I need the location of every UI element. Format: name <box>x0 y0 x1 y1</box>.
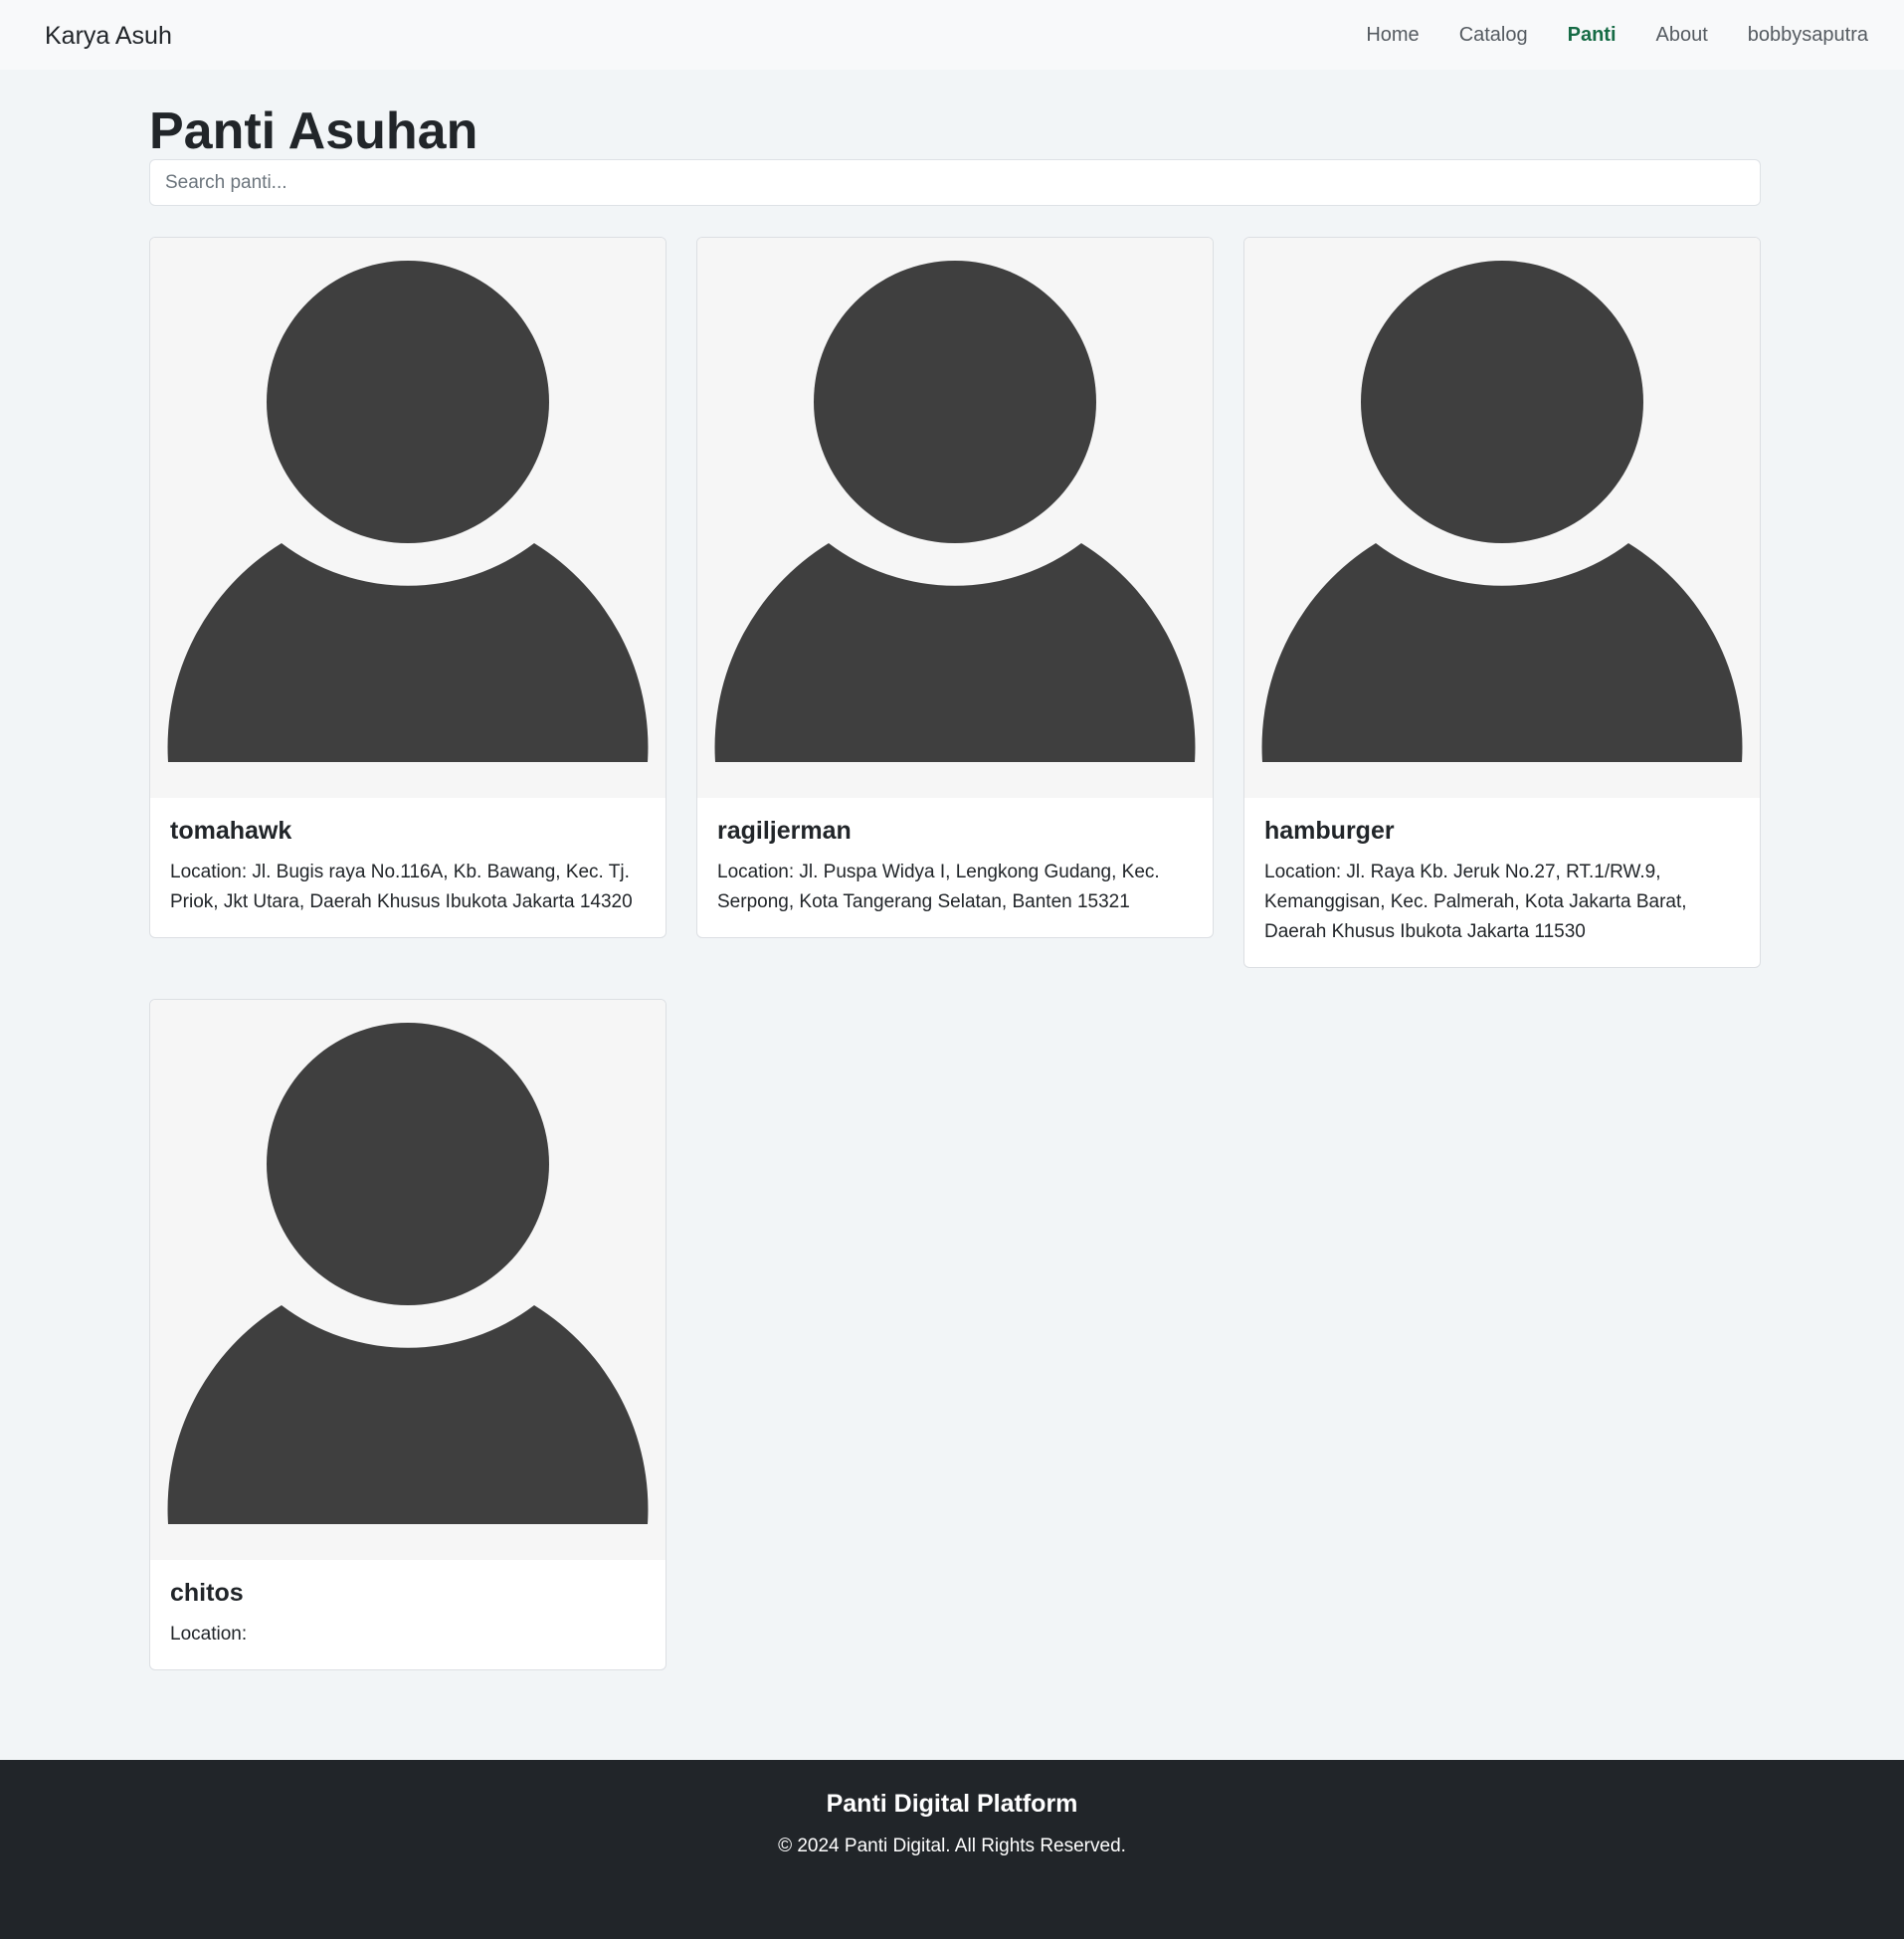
nav-link-panti[interactable]: Panti <box>1568 20 1617 50</box>
person-placeholder-icon <box>697 238 1213 798</box>
footer: Panti Digital Platform © 2024 Panti Digi… <box>0 1760 1904 1939</box>
footer-title: Panti Digital Platform <box>826 1790 1078 1818</box>
card-body: ragiljerman Location: Jl. Puspa Widya I,… <box>697 798 1213 937</box>
nav-link-user[interactable]: bobbysaputra <box>1748 20 1868 50</box>
brand-link[interactable]: Karya Asuh <box>45 20 172 52</box>
card-title: chitos <box>170 1579 244 1607</box>
page-title: Panti Asuhan <box>149 102 478 160</box>
footer-copyright: © 2024 Panti Digital. All Rights Reserve… <box>778 1836 1126 1856</box>
navbar: Karya Asuh Home Catalog Panti About bobb… <box>0 0 1904 70</box>
person-placeholder-icon <box>1244 238 1760 798</box>
person-placeholder-icon <box>150 238 666 798</box>
card-title: ragiljerman <box>717 817 852 845</box>
card-body: hamburger Location: Jl. Raya Kb. Jeruk N… <box>1244 798 1760 967</box>
nav-links: Home Catalog Panti About bobbysaputra <box>1346 0 1888 70</box>
card-body: chitos Location: <box>150 1560 666 1669</box>
panti-card-hamburger[interactable]: hamburger Location: Jl. Raya Kb. Jeruk N… <box>1243 237 1761 968</box>
card-location: Location: Jl. Puspa Widya I, Lengkong Gu… <box>717 862 1160 912</box>
panti-card-ragiljerman[interactable]: ragiljerman Location: Jl. Puspa Widya I,… <box>696 237 1214 938</box>
card-location: Location: Jl. Bugis raya No.116A, Kb. Ba… <box>170 862 633 912</box>
person-placeholder-icon <box>150 1000 666 1560</box>
card-title: hamburger <box>1264 817 1395 845</box>
card-location: Location: <box>170 1624 248 1645</box>
nav-link-about[interactable]: About <box>1656 20 1708 50</box>
card-title: tomahawk <box>170 817 292 845</box>
panti-card-chitos[interactable]: chitos Location: <box>149 999 666 1670</box>
search-input[interactable] <box>149 159 1761 206</box>
nav-link-catalog[interactable]: Catalog <box>1459 20 1528 50</box>
panti-card-tomahawk[interactable]: tomahawk Location: Jl. Bugis raya No.116… <box>149 237 666 938</box>
nav-link-home[interactable]: Home <box>1366 20 1419 50</box>
card-location: Location: Jl. Raya Kb. Jeruk No.27, RT.1… <box>1264 862 1687 942</box>
card-body: tomahawk Location: Jl. Bugis raya No.116… <box>150 798 666 937</box>
